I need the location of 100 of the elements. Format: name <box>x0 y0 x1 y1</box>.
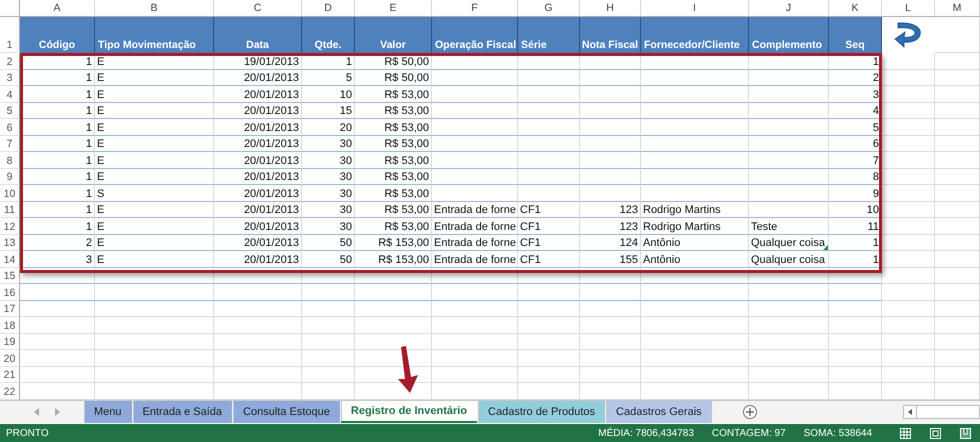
empty-cell <box>518 70 580 86</box>
row-header[interactable]: 17 <box>0 300 20 317</box>
column-header[interactable]: E <box>355 0 432 17</box>
sheet-tab[interactable]: Registro de Inventário <box>340 400 478 423</box>
table-cell: 20/01/2013 <box>214 136 302 152</box>
row-header[interactable]: 5 <box>0 102 20 119</box>
header-cell: Série <box>518 17 580 53</box>
table-cell: E <box>95 86 214 102</box>
table-cell: 1 <box>20 168 95 185</box>
table-cell: 1 <box>20 136 95 152</box>
empty-cell <box>580 168 641 185</box>
row-header[interactable]: 6 <box>0 119 20 136</box>
left-arrow-icon <box>908 408 912 415</box>
column-header[interactable]: D <box>302 0 355 17</box>
row-header[interactable]: 14 <box>0 251 20 268</box>
empty-cell <box>882 168 935 185</box>
empty-cell <box>518 168 580 185</box>
row-header[interactable]: 8 <box>0 152 20 168</box>
row-header[interactable]: 11 <box>0 202 20 218</box>
table-cell: R$ 50,00 <box>355 53 432 70</box>
column-header[interactable]: A <box>20 0 95 17</box>
header-cell: Tipo Movimentação <box>95 17 214 53</box>
empty-cell <box>518 317 580 334</box>
table-cell: 50 <box>302 251 355 268</box>
row-header[interactable]: 12 <box>0 218 20 234</box>
empty-cell <box>935 202 980 218</box>
status-mode: PRONTO <box>6 428 49 438</box>
horizontal-scrollbar[interactable] <box>903 404 980 419</box>
column-header[interactable]: J <box>749 0 829 17</box>
empty-cell <box>882 53 935 70</box>
sum-readout: SOMA: 538644 <box>804 428 872 438</box>
column-header[interactable]: G <box>518 0 580 17</box>
column-header[interactable]: C <box>214 0 302 17</box>
row-header[interactable]: 16 <box>0 284 20 300</box>
row-header[interactable]: 20 <box>0 350 20 366</box>
table-cell: 1 <box>20 119 95 136</box>
table-cell: R$ 53,00 <box>355 202 432 218</box>
row-header[interactable]: 2 <box>0 53 20 70</box>
empty-cell <box>935 185 980 202</box>
row-header[interactable]: 4 <box>0 86 20 102</box>
empty-cell <box>882 185 935 202</box>
sheet-tab[interactable]: Cadastros Gerais <box>606 400 712 423</box>
sheet-tab[interactable]: Entrada e Saída <box>132 400 232 423</box>
column-header[interactable]: F <box>432 0 518 17</box>
column-header[interactable]: M <box>935 0 980 17</box>
table-cell: R$ 50,00 <box>355 70 432 86</box>
header-cell: Complemento <box>749 17 829 53</box>
row-header[interactable]: 19 <box>0 334 20 350</box>
table-cell: 20/01/2013 <box>214 202 302 218</box>
row-header[interactable]: 3 <box>0 70 20 86</box>
table-cell: 20/01/2013 <box>214 234 302 251</box>
table-cell: 30 <box>302 202 355 218</box>
table-cell: Qualquer coisa <box>749 251 829 268</box>
grid-icon <box>900 428 910 438</box>
sheet-tab[interactable]: Cadastro de Produtos <box>478 400 606 423</box>
column-header[interactable]: I <box>641 0 749 17</box>
row-header[interactable]: 21 <box>0 366 20 383</box>
add-sheet-button[interactable] <box>742 404 757 419</box>
table-cell: 19/01/2013 <box>214 53 302 70</box>
table-cell: E <box>95 218 214 234</box>
column-header[interactable]: B <box>95 0 214 17</box>
column-header[interactable]: L <box>882 0 935 17</box>
page-break-icon <box>960 428 970 438</box>
row-header[interactable]: 9 <box>0 168 20 185</box>
row-header[interactable]: 7 <box>0 136 20 152</box>
row-header[interactable]: 10 <box>0 185 20 202</box>
table-cell: 1 <box>829 251 882 268</box>
row-header[interactable]: 18 <box>0 317 20 334</box>
empty-cell <box>580 334 641 350</box>
empty-cell <box>882 152 935 168</box>
empty-cell <box>302 317 355 334</box>
empty-cell <box>580 366 641 383</box>
table-cell: R$ 53,00 <box>355 168 432 185</box>
header-cell: Nota Fiscal <box>580 17 641 53</box>
table-cell: 1 <box>20 53 95 70</box>
column-header[interactable]: H <box>580 0 641 17</box>
empty-cell <box>302 334 355 350</box>
header-cell: Qtde. <box>302 17 355 53</box>
table-cell: S <box>95 185 214 202</box>
empty-cell <box>882 284 935 300</box>
sheet-tab[interactable]: Menu <box>84 400 132 423</box>
empty-cell <box>518 350 580 366</box>
sheet-tab[interactable]: Consulta Estoque <box>233 400 340 423</box>
empty-cell <box>935 86 980 102</box>
table-cell: 20/01/2013 <box>214 102 302 119</box>
table-cell: Qualquer coisa <box>749 234 829 251</box>
header-cell: Código <box>20 17 95 53</box>
count-readout: CONTAGEM: 97 <box>712 428 786 438</box>
empty-cell <box>935 53 980 70</box>
table-cell: CF1 <box>518 202 580 218</box>
empty-cell <box>935 218 980 234</box>
column-header[interactable]: K <box>829 0 882 17</box>
empty-cell <box>580 300 641 317</box>
table-cell: 30 <box>302 168 355 185</box>
row-header[interactable]: 15 <box>0 268 20 284</box>
table-cell: Antônio <box>641 251 749 268</box>
empty-cell <box>518 86 580 102</box>
table-cell: 10 <box>302 86 355 102</box>
empty-cell <box>518 102 580 119</box>
row-header[interactable]: 13 <box>0 234 20 251</box>
